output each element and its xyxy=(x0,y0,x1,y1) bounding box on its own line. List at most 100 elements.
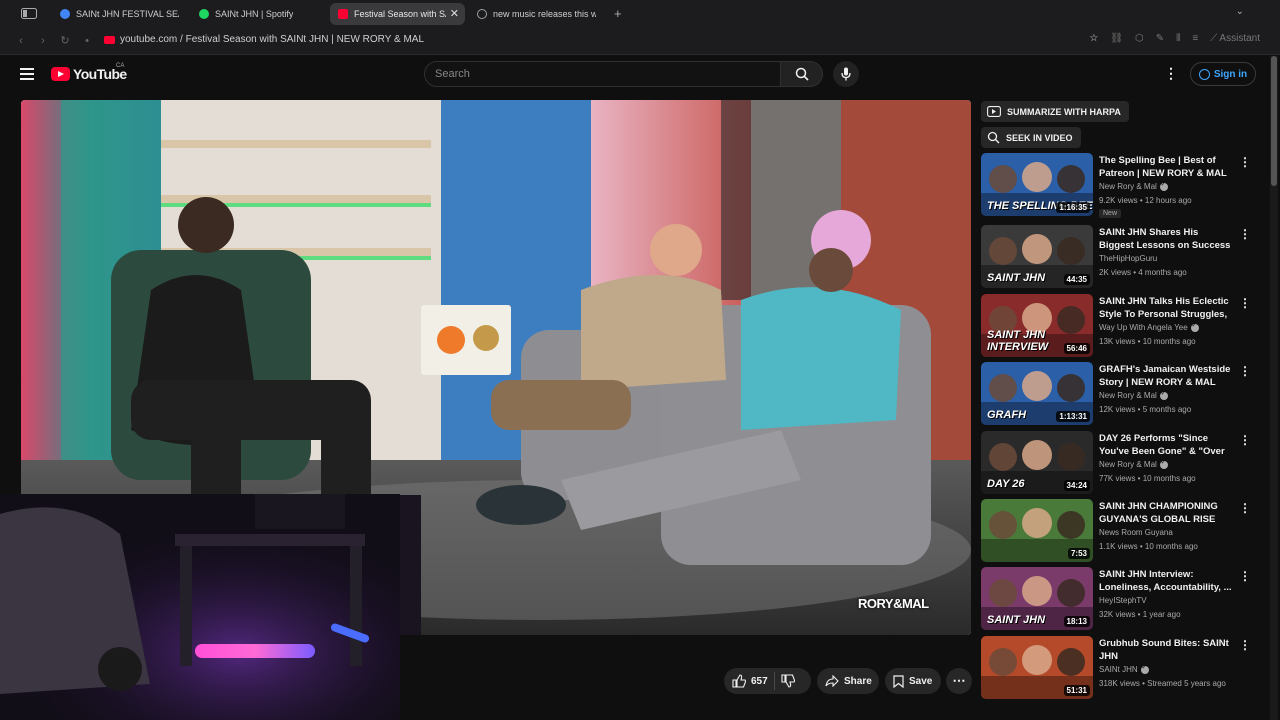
page-scrollbar[interactable] xyxy=(1270,56,1278,720)
video-thumbnail[interactable]: 7:53 xyxy=(981,499,1093,562)
video-thumbnail[interactable]: SAINT JHN 44:35 xyxy=(981,225,1093,288)
share-label: Share xyxy=(844,675,872,687)
channel-name[interactable]: Way Up With Angela Yee xyxy=(1099,323,1188,332)
channel-name-row: HeyIStephTV xyxy=(1099,596,1147,605)
video-thumbnail[interactable]: 51:31 xyxy=(981,636,1093,699)
more-options-kebab-icon[interactable]: ⋮ xyxy=(1239,501,1251,515)
more-options-kebab-icon[interactable]: ⋮ xyxy=(1239,155,1251,169)
chevron-down-icon[interactable]: ⌄ xyxy=(1236,6,1244,17)
share-button[interactable]: Share xyxy=(817,668,879,694)
video-thumbnail[interactable]: GRAFH 1:13:31 xyxy=(981,362,1093,425)
seek-in-video-button[interactable]: SEEK IN VIDEO xyxy=(981,127,1081,148)
shield-icon[interactable]: ⬡ xyxy=(1135,33,1144,44)
video-title[interactable]: SAINt JHN Talks His Eclectic Style To Pe… xyxy=(1099,295,1233,321)
sign-in-button[interactable]: Sign in xyxy=(1190,62,1256,86)
video-title[interactable]: SAINt JHN Shares His Biggest Lessons on … xyxy=(1099,226,1233,252)
search-button[interactable] xyxy=(781,61,823,87)
browser-tab[interactable]: new music releases this week xyxy=(469,3,604,25)
recommended-video-card[interactable]: 7:53 SAINt JHN CHAMPIONING GUYANA'S GLOBA… xyxy=(981,499,1251,563)
more-actions-button[interactable]: ⋯ xyxy=(946,668,972,694)
menu-icon[interactable]: ≡ xyxy=(1192,33,1198,44)
save-button[interactable]: Save xyxy=(885,668,941,694)
tab-title: SAINt JHN FESTIVAL SEASON xyxy=(76,8,179,19)
more-options-kebab-icon[interactable]: ⋮ xyxy=(1239,227,1251,241)
more-options-kebab-icon[interactable]: ⋮ xyxy=(1239,569,1251,583)
video-duration: 34:24 xyxy=(1063,480,1090,491)
recommended-video-card[interactable]: SAINT JHN INTERVIEW 56:46 SAINt JHN Talks … xyxy=(981,294,1251,358)
video-duration: 7:53 xyxy=(1067,548,1090,559)
youtube-play-icon xyxy=(51,67,70,81)
microphone-icon xyxy=(841,67,851,81)
reload-icon[interactable]: ↻ xyxy=(54,34,76,47)
recommended-video-card[interactable]: THE SPELLING BEE 1:16:35 The Spelling Bee … xyxy=(981,153,1251,218)
video-thumbnail[interactable]: SAINT JHN 18:13 xyxy=(981,567,1093,630)
channel-name[interactable]: TheHipHopGuru xyxy=(1099,254,1157,263)
video-thumbnail[interactable]: DAY 26 34:24 xyxy=(981,431,1093,494)
channel-name[interactable]: SAINt JHN xyxy=(1099,665,1138,674)
video-title[interactable]: The Spelling Bee | Best of Patreon | NEW… xyxy=(1099,154,1233,180)
channel-name[interactable]: HeyIStephTV xyxy=(1099,596,1147,605)
save-label: Save xyxy=(909,675,933,687)
recommended-video-card[interactable]: 51:31 Grubhub Sound Bites: SAINt JHN SAINt… xyxy=(981,636,1251,700)
video-title[interactable]: SAINt JHN Interview: Loneliness, Account… xyxy=(1099,568,1233,594)
channel-name[interactable]: New Rory & Mal xyxy=(1099,182,1157,191)
youtube-logo[interactable]: YouTube CA xyxy=(51,63,127,82)
user-icon xyxy=(1198,68,1210,80)
search-input[interactable] xyxy=(435,68,780,80)
voice-search-button[interactable] xyxy=(833,61,859,87)
recommended-video-card[interactable]: DAY 26 34:24 DAY 26 Performs "Since You've… xyxy=(981,431,1251,495)
assistant-button[interactable]: ⟋ Assistant xyxy=(1210,33,1260,44)
tab-title: SAINt JHN | Spotify xyxy=(215,8,294,19)
video-thumbnail[interactable]: SAINT JHN INTERVIEW 56:46 xyxy=(981,294,1093,357)
microphone-small-icon[interactable]: • xyxy=(76,35,98,47)
brush-icon[interactable]: ✎ xyxy=(1156,33,1164,44)
close-tab-icon[interactable]: ✕ xyxy=(450,7,459,20)
url-field[interactable]: youtube.com / Festival Season with SAINt… xyxy=(104,34,424,45)
recommended-video-card[interactable]: GRAFH 1:13:31 GRAFH's Jamaican Westside St… xyxy=(981,362,1251,426)
thumbnail-caption: SAINT JHN xyxy=(987,614,1046,626)
channel-name[interactable]: News Room Guyana xyxy=(1099,528,1173,537)
tab-title: Festival Season with SAINt JHN xyxy=(354,8,446,19)
more-horizontal-icon: ⋯ xyxy=(952,673,966,688)
video-thumbnail[interactable]: THE SPELLING BEE 1:16:35 xyxy=(981,153,1093,216)
recommended-video-card[interactable]: SAINT JHN 18:13 SAINt JHN Interview: Lonel… xyxy=(981,567,1251,631)
link-icon[interactable]: ⛓ xyxy=(1110,33,1123,44)
thumbs-up-icon xyxy=(732,674,746,688)
new-tab-button[interactable]: + xyxy=(614,6,622,21)
like-count: 657 xyxy=(751,675,768,687)
back-arrow-icon[interactable]: ‹ xyxy=(10,35,32,47)
thumbnail-caption: GRAFH xyxy=(987,409,1027,421)
forward-arrow-icon[interactable]: › xyxy=(32,35,54,47)
video-title[interactable]: GRAFH's Jamaican Westside Story | NEW RO… xyxy=(1099,363,1233,389)
url-text: youtube.com / Festival Season with SAINt… xyxy=(120,34,424,45)
browser-tab[interactable]: SAINt JHN | Spotify xyxy=(191,3,326,25)
channel-name[interactable]: New Rory & Mal xyxy=(1099,460,1157,469)
harpa-label: SUMMARIZE WITH HARPA xyxy=(1007,106,1121,117)
video-title[interactable]: SAINt JHN CHAMPIONING GUYANA'S GLOBAL RI… xyxy=(1099,500,1233,526)
more-options-kebab-icon[interactable]: ⋮ xyxy=(1239,638,1251,652)
like-button[interactable]: 657 xyxy=(724,674,768,688)
sign-in-label: Sign in xyxy=(1213,68,1248,80)
video-title[interactable]: Grubhub Sound Bites: SAINt JHN xyxy=(1099,637,1233,663)
harpa-summarize-button[interactable]: SUMMARIZE WITH HARPA xyxy=(981,101,1129,122)
thumbs-down-icon[interactable] xyxy=(781,674,795,688)
settings-kebab-icon[interactable]: ⋮ xyxy=(1164,65,1178,82)
more-options-kebab-icon[interactable]: ⋮ xyxy=(1239,433,1251,447)
verified-badge-icon xyxy=(1159,390,1168,400)
more-options-kebab-icon[interactable]: ⋮ xyxy=(1239,364,1251,378)
video-duration: 44:35 xyxy=(1063,274,1090,285)
browser-tab[interactable]: SAINt JHN FESTIVAL SEASON xyxy=(52,3,187,25)
channel-name[interactable]: New Rory & Mal xyxy=(1099,391,1157,400)
more-options-kebab-icon[interactable]: ⋮ xyxy=(1239,296,1251,310)
browser-tab-active[interactable]: Festival Season with SAINt JHN ✕ xyxy=(330,2,465,25)
recommended-video-card[interactable]: SAINT JHN 44:35 SAINt JHN Shares His Bigge… xyxy=(981,225,1251,289)
sidebar-toggle-button[interactable] xyxy=(10,5,48,23)
scrollbar-thumb[interactable] xyxy=(1271,56,1277,186)
hamburger-menu-icon[interactable] xyxy=(20,68,34,80)
video-title[interactable]: DAY 26 Performs "Since You've Been Gone"… xyxy=(1099,432,1233,458)
channel-name-row: TheHipHopGuru xyxy=(1099,254,1157,263)
video-duration: 56:46 xyxy=(1063,343,1090,354)
bookmark-star-icon[interactable]: ☆ xyxy=(1089,33,1098,44)
youtube-favicon-icon xyxy=(338,8,348,19)
columns-icon[interactable]: ⫴ xyxy=(1176,33,1180,44)
